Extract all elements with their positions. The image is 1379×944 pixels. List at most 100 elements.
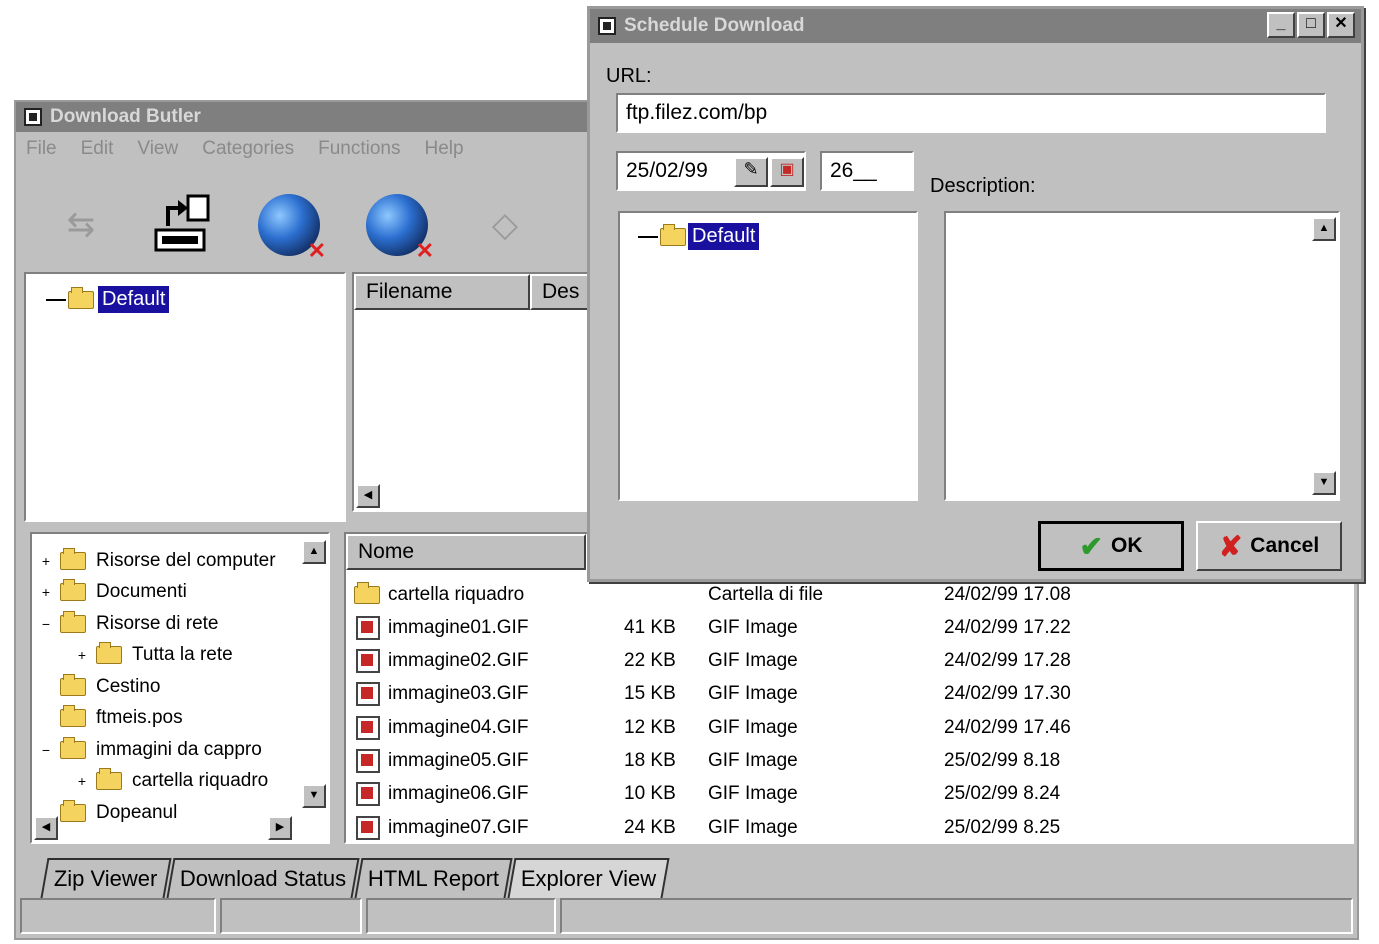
description-textarea[interactable]: ▲ ▼ <box>944 211 1340 501</box>
file-type: Cartella di file <box>708 583 824 605</box>
toolbar-disabled-icon[interactable]: ⇆ <box>44 188 118 262</box>
file-type: GIF Image <box>708 816 798 838</box>
file-size: 18 KB <box>624 750 676 771</box>
tree-expander[interactable]: + <box>74 647 90 663</box>
folder-icon <box>60 610 86 633</box>
gif-file-icon <box>356 782 380 807</box>
file-row[interactable]: immagine07.GIF 24 KB GIF Image 25/02/99 8.2… <box>346 811 1346 842</box>
url-input[interactable]: ftp.filez.com/bp <box>616 93 1326 133</box>
folder-icon <box>96 642 122 664</box>
file-row[interactable]: immagine01.GIF 41 KB GIF Image 24/02/99 17.… <box>346 611 1346 644</box>
globe-download-icon[interactable] <box>252 188 326 264</box>
description-scroll-up[interactable]: ▲ <box>1312 217 1336 241</box>
tree-item[interactable]: − Risorse di rete <box>38 607 219 640</box>
file-row[interactable]: immagine02.GIF 22 KB GIF Image 24/02/99 17.… <box>346 645 1346 678</box>
file-type: GIF Image <box>708 750 798 771</box>
check-icon: ✔ <box>1079 530 1103 562</box>
file-date: 24/02/99 17.28 <box>944 650 1071 672</box>
menu-edit[interactable]: Edit <box>81 138 114 160</box>
gif-file-icon <box>356 615 380 640</box>
tree-item-label: Tutta la rete <box>132 644 233 665</box>
diamond-icon[interactable]: ◇ <box>468 188 542 262</box>
ok-button[interactable]: ✔ OK <box>1038 521 1184 571</box>
tree-item[interactable]: + Risorse del computer <box>38 544 276 577</box>
pencil-icon[interactable]: ✎ <box>734 157 768 187</box>
tree-expander[interactable]: + <box>38 584 54 600</box>
file-row[interactable]: immagine03.GIF 15 KB GIF Image 24/02/99 17.… <box>346 678 1346 711</box>
folder-icon <box>60 673 86 696</box>
file-date: 25/02/99 8.18 <box>944 750 1061 771</box>
tree-scroll-right-button[interactable]: ▶ <box>268 816 292 840</box>
file-name: immagine04.GIF <box>388 716 529 738</box>
file-size: 12 KB <box>624 716 676 738</box>
column-filename[interactable]: Filename <box>354 274 530 310</box>
maximize-button[interactable]: □ <box>1297 12 1325 38</box>
column-nome[interactable]: Nome <box>346 534 586 570</box>
tab-explorer-view[interactable]: Explorer View <box>507 858 670 898</box>
cancel-button[interactable]: ✘ Cancel <box>1196 521 1342 571</box>
tree-item-label: Documenti <box>96 581 187 602</box>
calendar-icon[interactable]: ▣ <box>770 157 804 187</box>
tree-item[interactable]: Cestino <box>38 670 160 703</box>
tree-expander[interactable]: − <box>38 616 54 632</box>
file-row[interactable]: immagine06.GIF 10 KB GIF Image 25/02/99 8.2… <box>346 778 1346 811</box>
download-file-list[interactable]: Filename Des ◀ <box>352 272 604 512</box>
gif-file-icon <box>356 815 380 840</box>
menu-view[interactable]: View <box>137 138 178 160</box>
menu-help[interactable]: Help <box>424 138 463 160</box>
scroll-up-button[interactable]: ▲ <box>302 540 326 564</box>
folder-icon <box>60 736 86 759</box>
category-default[interactable]: Default <box>98 286 170 313</box>
category-tree[interactable]: Default <box>24 272 346 522</box>
tree-item[interactable]: + Documenti <box>38 576 187 609</box>
url-label: URL: <box>606 65 652 87</box>
main-title: Download Butler <box>50 106 201 127</box>
scroll-left-button[interactable]: ◀ <box>356 484 380 508</box>
export-icon[interactable] <box>144 188 218 262</box>
file-size: 10 KB <box>624 783 676 805</box>
menu-categories[interactable]: Categories <box>202 138 294 160</box>
tree-expander[interactable]: + <box>74 773 90 789</box>
file-row[interactable]: immagine05.GIF 18 KB GIF Image 25/02/99 8.1… <box>346 745 1346 778</box>
dialog-category-default[interactable]: Default <box>688 223 760 250</box>
explorer-tree[interactable]: + Risorse del computer + Documenti − Risorse … <box>30 532 330 844</box>
folder-icon <box>60 547 86 570</box>
tree-item[interactable]: + Tutta la rete <box>74 639 233 672</box>
menu-functions[interactable]: Functions <box>318 138 400 160</box>
file-row[interactable]: immagine04.GIF 12 KB GIF Image 24/02/99 17.… <box>346 711 1346 744</box>
globe-stop-icon[interactable] <box>360 188 434 264</box>
tree-item[interactable]: − immagini da cappro <box>38 733 262 766</box>
dialog-titlebar[interactable]: Schedule Download <box>590 9 1361 43</box>
file-row[interactable]: cartella riquadro Cartella di file 24/02/9… <box>346 578 1346 611</box>
scroll-down-button[interactable]: ▼ <box>302 784 326 808</box>
file-date: 25/02/99 8.25 <box>944 816 1061 838</box>
schedule-download-dialog: Schedule Download _ □ ✕ URL: ftp.filez.c… <box>587 6 1364 582</box>
file-date: 24/02/99 17.22 <box>944 616 1071 638</box>
tree-scroll-left-button[interactable]: ◀ <box>34 816 58 840</box>
tree-item[interactable]: Dopeanul <box>38 796 177 829</box>
status-pane <box>20 898 216 934</box>
dialog-category-tree[interactable]: Default <box>618 211 918 501</box>
file-size: 24 KB <box>624 816 676 838</box>
tree-expander[interactable]: − <box>38 742 54 758</box>
tree-expander[interactable]: + <box>38 553 54 569</box>
tree-item[interactable]: ftmeis.pos <box>38 702 183 735</box>
description-scroll-down[interactable]: ▼ <box>1312 471 1336 495</box>
gif-file-icon <box>356 749 380 773</box>
dialog-title: Schedule Download <box>624 15 805 36</box>
description-label: Description: <box>930 175 1036 197</box>
menu-file[interactable]: File <box>26 138 57 160</box>
close-button[interactable]: ✕ <box>1327 12 1355 38</box>
time-input[interactable]: 26__ <box>820 151 914 191</box>
status-pane <box>220 898 362 934</box>
tab-html-report[interactable]: HTML Report <box>354 858 513 898</box>
status-pane <box>560 898 1353 934</box>
tree-item[interactable]: + cartella riquadro <box>74 765 268 798</box>
tab-download-status[interactable]: Download Status <box>166 858 360 898</box>
file-name: immagine07.GIF <box>388 816 529 838</box>
file-size: 41 KB <box>624 616 676 638</box>
tab-zip-viewer[interactable]: Zip Viewer <box>40 858 172 898</box>
minimize-button[interactable]: _ <box>1267 12 1295 38</box>
folder-icon <box>60 705 86 727</box>
file-name: cartella riquadro <box>388 583 525 605</box>
